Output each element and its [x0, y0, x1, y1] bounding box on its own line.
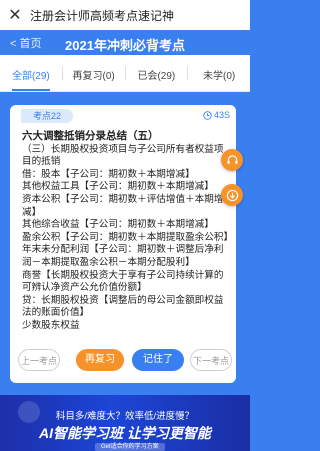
customer-service-button[interactable]	[221, 149, 243, 171]
banner-badge: Get适合你的学习方案	[95, 443, 165, 451]
page-title: 2021年冲刺必背考点	[65, 38, 185, 53]
content-line: （三）长期股权投资项目与子公司所有者权益项目的抵销	[22, 143, 224, 168]
content-line: 资本公积【子公司：期初数＋评估增值＋本期增减】	[22, 193, 224, 218]
timer: 43S	[203, 110, 230, 120]
banner-subtitle: 科目多/难度大？效率低/进度慢？	[55, 411, 195, 422]
tab-not-learned[interactable]: 未学(0)	[188, 55, 250, 91]
card-actions: 上一考点 再复习 记住了 下一考点	[10, 349, 236, 373]
page-header: < 首页 2021年冲刺必背考点	[0, 30, 250, 55]
point-tag: 考点22	[21, 109, 74, 123]
content-line: 年末未分配利润【子公司：期初数＋调整后净利润－本期提取盈余公积－本期分配股利】	[22, 244, 224, 268]
clock-icon	[203, 110, 212, 120]
timer-value: 43S	[213, 110, 230, 120]
remembered-button[interactable]: 记住了	[132, 349, 184, 371]
filter-tabs: 全部(29) 再复习(0) 已会(29) 未学(0)	[0, 55, 250, 92]
card-heading: 六大调整抵销分录总结（五）	[22, 130, 159, 142]
knowledge-card: 考点22 43S 六大调整抵销分录总结（五） （三）长期股权投资项目与子公司所有…	[10, 105, 236, 383]
content-line: 其他权益工具【子公司：期初数＋本期增减】	[22, 181, 214, 193]
tab-mastered[interactable]: 已会(29)	[126, 55, 188, 91]
banner-title: AI智能学习班 让学习更智能	[39, 425, 211, 441]
close-icon[interactable]: ✕	[0, 5, 30, 25]
review-again-button[interactable]: 再复习	[76, 349, 124, 371]
ad-banner[interactable]: 科目多/难度大？效率低/进度慢？ AI智能学习班 让学习更智能 Get适合你的学…	[0, 395, 250, 451]
app-title: 注册会计师高频考点速记神	[30, 8, 175, 23]
tab-review-again[interactable]: 再复习(0)	[63, 55, 125, 91]
content-line: 商誉【长期股权投资大于享有子公司持续计算的可辨认净资产公允价值份额】	[22, 269, 224, 294]
spacer	[0, 92, 250, 105]
prev-point-button[interactable]: 上一考点	[18, 349, 60, 371]
content-line: 借：股本【子公司：期初数＋本期增减】	[22, 168, 195, 180]
next-point-button[interactable]: 下一考点	[190, 349, 232, 371]
content-line: 其他综合收益【子公司：期初数＋本期增减】	[22, 219, 214, 231]
content-line: 少数股东权益	[22, 319, 80, 331]
card-content: 六大调整抵销分录总结（五） （三）长期股权投资项目与子公司所有者权益项目的抵销 …	[22, 130, 234, 333]
arrow-down-circle-icon	[226, 189, 238, 201]
tab-all[interactable]: 全部(29)	[0, 55, 62, 91]
app-title-bar: ✕ 注册会计师高频考点速记神	[0, 0, 250, 30]
headset-icon	[226, 154, 238, 164]
download-button[interactable]	[221, 184, 243, 206]
content-line: 贷：长期股权投资【调整后的母公司金额即权益法的账面价值】	[22, 294, 224, 319]
content-line: 盈余公积【子公司：期初数＋本期提取盈余公积】	[22, 231, 234, 243]
card-header: 考点22 43S	[10, 107, 236, 125]
